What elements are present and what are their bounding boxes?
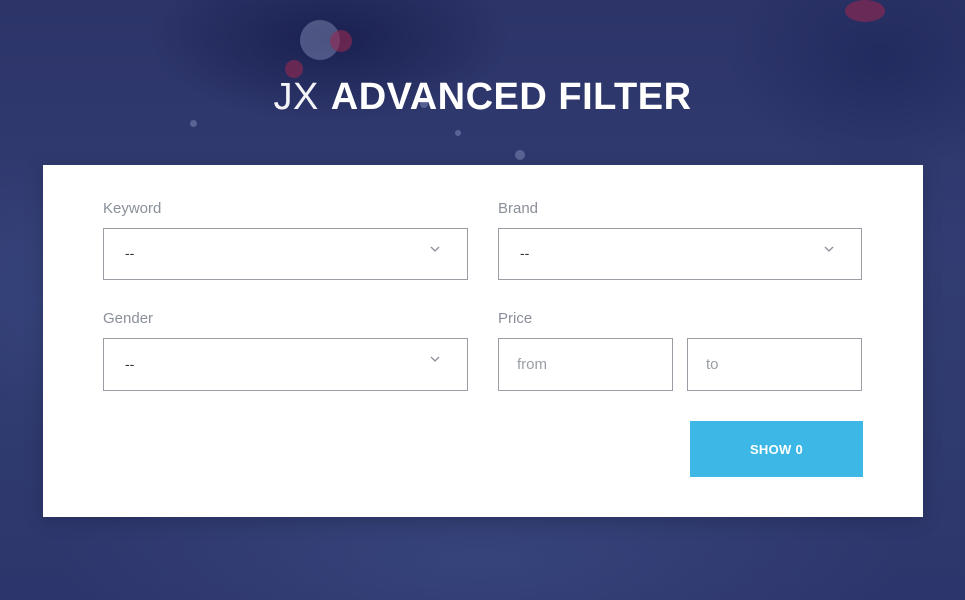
gender-label: Gender bbox=[103, 310, 154, 327]
keyword-select[interactable]: -- bbox=[103, 228, 468, 280]
gender-select[interactable]: -- bbox=[103, 338, 468, 391]
page-title: JX ADVANCED FILTER bbox=[0, 74, 965, 120]
price-to-input[interactable] bbox=[687, 338, 862, 391]
chevron-down-icon bbox=[824, 246, 834, 252]
chevron-down-icon bbox=[430, 356, 440, 362]
brand-label: Brand bbox=[498, 200, 539, 217]
brand-select-value: -- bbox=[520, 245, 530, 261]
price-from-input[interactable] bbox=[498, 338, 673, 391]
show-results-button[interactable]: SHOW 0 bbox=[690, 421, 863, 477]
chevron-down-icon bbox=[430, 246, 440, 252]
brand-select[interactable]: -- bbox=[498, 228, 862, 280]
filter-panel: Keyword -- Brand -- Gender -- Price SHOW… bbox=[43, 165, 923, 517]
title-main: ADVANCED FILTER bbox=[330, 76, 692, 118]
title-prefix: JX bbox=[273, 76, 319, 118]
keyword-label: Keyword bbox=[103, 200, 162, 217]
keyword-select-value: -- bbox=[125, 245, 135, 261]
gender-select-value: -- bbox=[125, 356, 135, 372]
price-label: Price bbox=[498, 310, 533, 327]
